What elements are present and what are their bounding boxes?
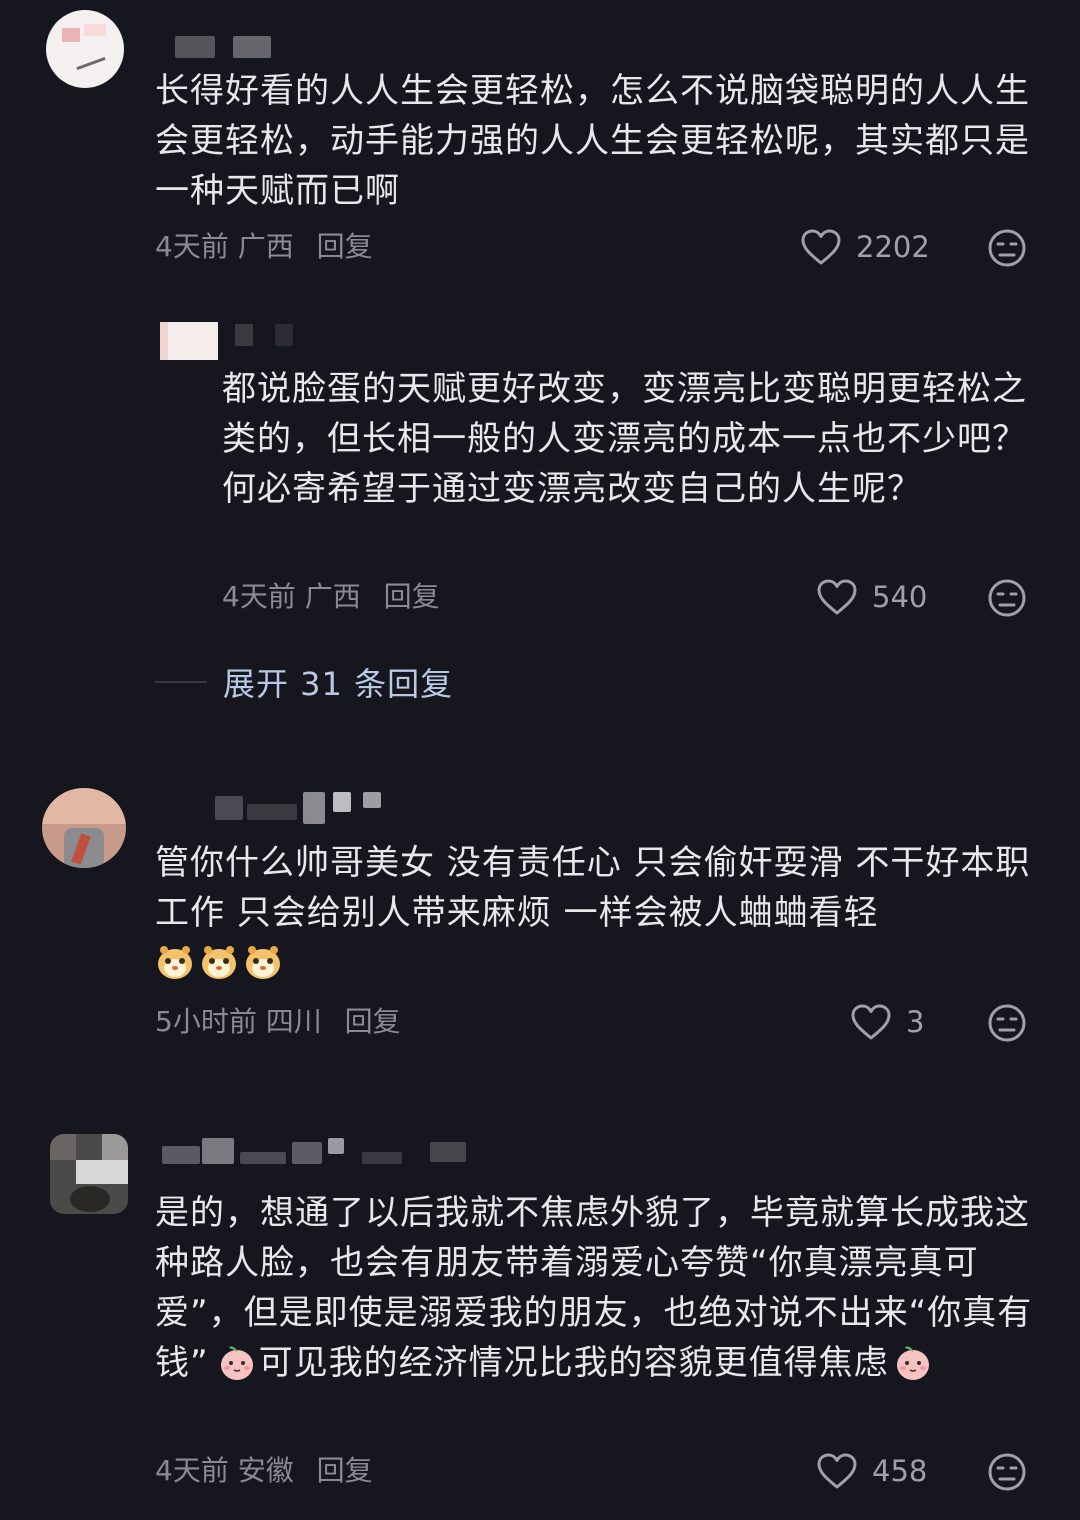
- comment-text: 是的，想通了以后我就不焦虑外貌了，毕竟就算长成我这种路人脸，也会有朋友带着溺爱心…: [155, 1188, 1035, 1388]
- expand-replies-button[interactable]: 展开 31 条回复: [155, 660, 453, 704]
- heart-icon: [817, 1453, 857, 1489]
- comment-time: 4天前: [222, 580, 296, 613]
- username-masked[interactable]: [175, 36, 275, 58]
- reply-button[interactable]: 回复: [384, 580, 440, 613]
- dislike-face-icon[interactable]: [987, 228, 1027, 268]
- comment-meta: 4天前 安徽 回复: [155, 1451, 373, 1491]
- comment-time: 5小时前: [155, 1005, 257, 1038]
- like-button[interactable]: 540: [816, 577, 927, 617]
- dislike-face-icon[interactable]: [987, 1452, 1027, 1492]
- reply-button[interactable]: 回复: [345, 1005, 401, 1038]
- like-count: 2202: [856, 230, 930, 264]
- reply-button[interactable]: 回复: [317, 1454, 373, 1487]
- expand-replies-label: 展开 31 条回复: [223, 665, 454, 703]
- comment-text: 长得好看的人人生会更轻松，怎么不说脑袋聪明的人人生会更轻松，动手能力强的人人生会…: [155, 71, 1030, 211]
- comment-text: 都说脸蛋的天赋更好改变，变漂亮比变聪明更轻松之类的，但长相一般的人变漂亮的成本一…: [222, 369, 1027, 509]
- comment-meta: 4天前 广西 回复: [155, 227, 373, 267]
- peach-face-emoji: [217, 1342, 257, 1382]
- heart-icon: [817, 579, 857, 615]
- comment-meta: 5小时前 四川 回复: [155, 1002, 401, 1042]
- like-button[interactable]: 3: [850, 1002, 924, 1042]
- like-count: 3: [906, 1005, 925, 1039]
- heart-icon: [801, 229, 841, 265]
- dislike-face-icon[interactable]: [987, 578, 1027, 618]
- peach-face-emoji: [893, 1342, 933, 1382]
- avatar[interactable]: [160, 322, 218, 360]
- like-count: 540: [872, 580, 928, 614]
- comment-location: 安徽: [237, 1454, 294, 1487]
- avatar[interactable]: [46, 10, 124, 88]
- avatar[interactable]: [42, 788, 126, 868]
- reply-button[interactable]: 回复: [317, 230, 373, 263]
- comment-text-content: 可见我的经济情况比我的容貌更值得焦虑: [258, 1343, 889, 1383]
- username-masked[interactable]: [235, 324, 315, 346]
- username-masked[interactable]: [162, 1138, 472, 1166]
- comment-time: 4天前: [155, 1454, 229, 1487]
- hamster-emoji: [243, 942, 283, 982]
- divider-line: [155, 681, 207, 683]
- username-masked[interactable]: [215, 792, 385, 824]
- hamster-emoji: [155, 942, 195, 982]
- comment-location: 广西: [237, 230, 294, 263]
- comment-meta: 4天前 广西 回复: [222, 577, 440, 617]
- heart-icon: [851, 1004, 891, 1040]
- comment-text: 管你什么帅哥美女 没有责任心 只会偷奸耍滑 不干好本职工作 只会给别人带来麻烦 …: [155, 838, 1035, 988]
- like-button[interactable]: 458: [816, 1451, 927, 1491]
- dislike-face-icon[interactable]: [987, 1003, 1027, 1043]
- avatar[interactable]: [50, 1134, 128, 1214]
- comment-time: 4天前: [155, 230, 229, 263]
- comment-text-content: 管你什么帅哥美女 没有责任心 只会偷奸耍滑 不干好本职工作 只会给别人带来麻烦 …: [155, 843, 1031, 933]
- like-button[interactable]: 2202: [800, 227, 930, 267]
- comment-location: 四川: [265, 1005, 322, 1038]
- hamster-emoji: [199, 942, 239, 982]
- comment-location: 广西: [304, 580, 361, 613]
- like-count: 458: [872, 1454, 928, 1488]
